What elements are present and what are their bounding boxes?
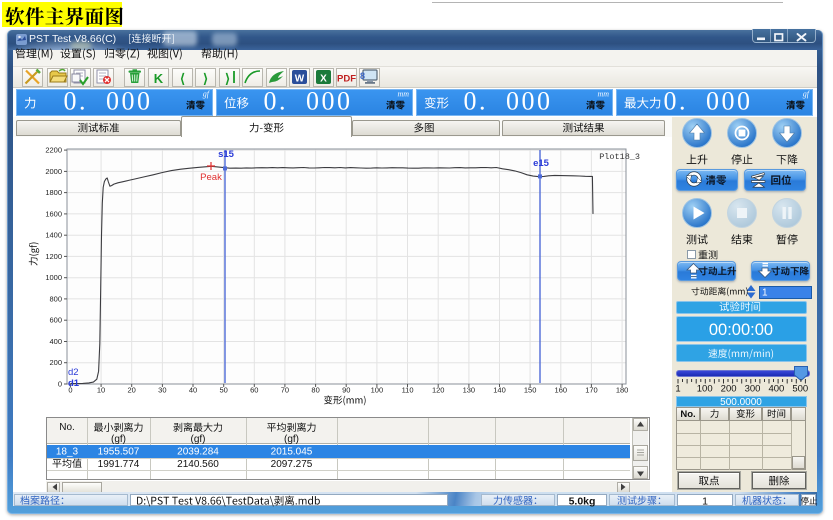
svg-text:100: 100 [371,386,384,395]
svg-text:0. 000: 0. 000 [464,87,553,116]
svg-text:140: 140 [493,386,506,395]
svg-text:d1: d1 [68,378,80,389]
svg-text:1000: 1000 [45,273,62,282]
svg-text:200: 200 [721,384,737,395]
svg-text:No.: No. [680,409,695,420]
svg-text:18_3: 18_3 [56,447,79,458]
svg-text:8: 8 [360,71,365,81]
svg-text:s15: s15 [218,149,235,160]
svg-text:No.: No. [59,422,75,433]
svg-text:gf: gf [803,90,811,99]
svg-text:mm: mm [597,90,609,99]
svg-text:500.0000: 500.0000 [720,397,762,408]
svg-text:1600: 1600 [45,209,62,218]
svg-text:0. 000: 0. 000 [664,87,753,116]
svg-text:5.0kg: 5.0kg [569,496,596,508]
svg-text:2200: 2200 [45,146,62,155]
svg-text:0. 000: 0. 000 [264,87,353,116]
svg-text:70: 70 [281,386,289,395]
svg-text:10: 10 [97,386,105,395]
svg-text:1955.507: 1955.507 [98,447,140,458]
svg-text:20: 20 [128,386,136,395]
svg-text:50: 50 [219,386,227,395]
svg-text:100: 100 [697,384,713,395]
svg-text:Plot18_3: Plot18_3 [599,152,640,162]
svg-text:1400: 1400 [45,231,62,240]
svg-text:mm: mm [397,90,409,99]
svg-text:0: 0 [58,380,62,389]
svg-text:e15: e15 [533,158,550,169]
svg-text:W: W [295,74,305,85]
svg-text:800: 800 [49,294,62,303]
svg-text:⟩: ⟩ [203,71,208,86]
svg-text:1: 1 [702,496,708,508]
svg-text:PDF: PDF [337,74,356,85]
svg-text:2039.284: 2039.284 [177,447,219,458]
svg-text:1200: 1200 [45,252,62,261]
svg-text:400: 400 [49,337,62,346]
svg-text:1800: 1800 [45,188,62,197]
svg-text:Peak: Peak [200,172,222,183]
svg-text:160: 160 [555,386,568,395]
svg-text:90: 90 [342,386,350,395]
svg-text:(gf): (gf) [191,434,206,445]
svg-text:200: 200 [49,358,62,367]
svg-text:300: 300 [745,384,761,395]
svg-text:2140.560: 2140.560 [177,459,219,470]
svg-text:(gf): (gf) [111,434,126,445]
svg-text:600: 600 [49,316,62,325]
svg-text:40: 40 [189,386,197,395]
svg-text:150: 150 [524,386,537,395]
svg-text:00:00:00: 00:00:00 [709,321,773,339]
svg-text:180: 180 [616,386,629,395]
svg-text:1991.774: 1991.774 [98,459,140,470]
svg-text:⟩: ⟩ [225,71,230,86]
svg-text:K: K [154,71,164,86]
svg-text:60: 60 [250,386,258,395]
svg-text:gf: gf [203,90,211,99]
svg-text:30: 30 [158,386,166,395]
svg-text:130: 130 [463,386,476,395]
svg-text:PST Test V8.66(C): PST Test V8.66(C) [29,33,116,45]
svg-text:⟨: ⟨ [180,71,185,86]
svg-text:2015.045: 2015.045 [271,447,313,458]
svg-text:400: 400 [768,384,784,395]
svg-text:1: 1 [762,288,768,299]
svg-text:120: 120 [432,386,445,395]
svg-text:2097.275: 2097.275 [271,459,313,470]
svg-text:d2: d2 [68,367,79,378]
svg-text:0. 000: 0. 000 [64,87,153,116]
svg-text:1: 1 [675,384,680,395]
svg-text:80: 80 [311,386,319,395]
svg-text:X: X [320,74,327,85]
svg-text:110: 110 [402,386,414,395]
svg-text:(gf): (gf) [284,434,299,445]
svg-text:170: 170 [585,386,598,395]
svg-text:2000: 2000 [45,167,62,176]
svg-text:500: 500 [792,384,808,395]
